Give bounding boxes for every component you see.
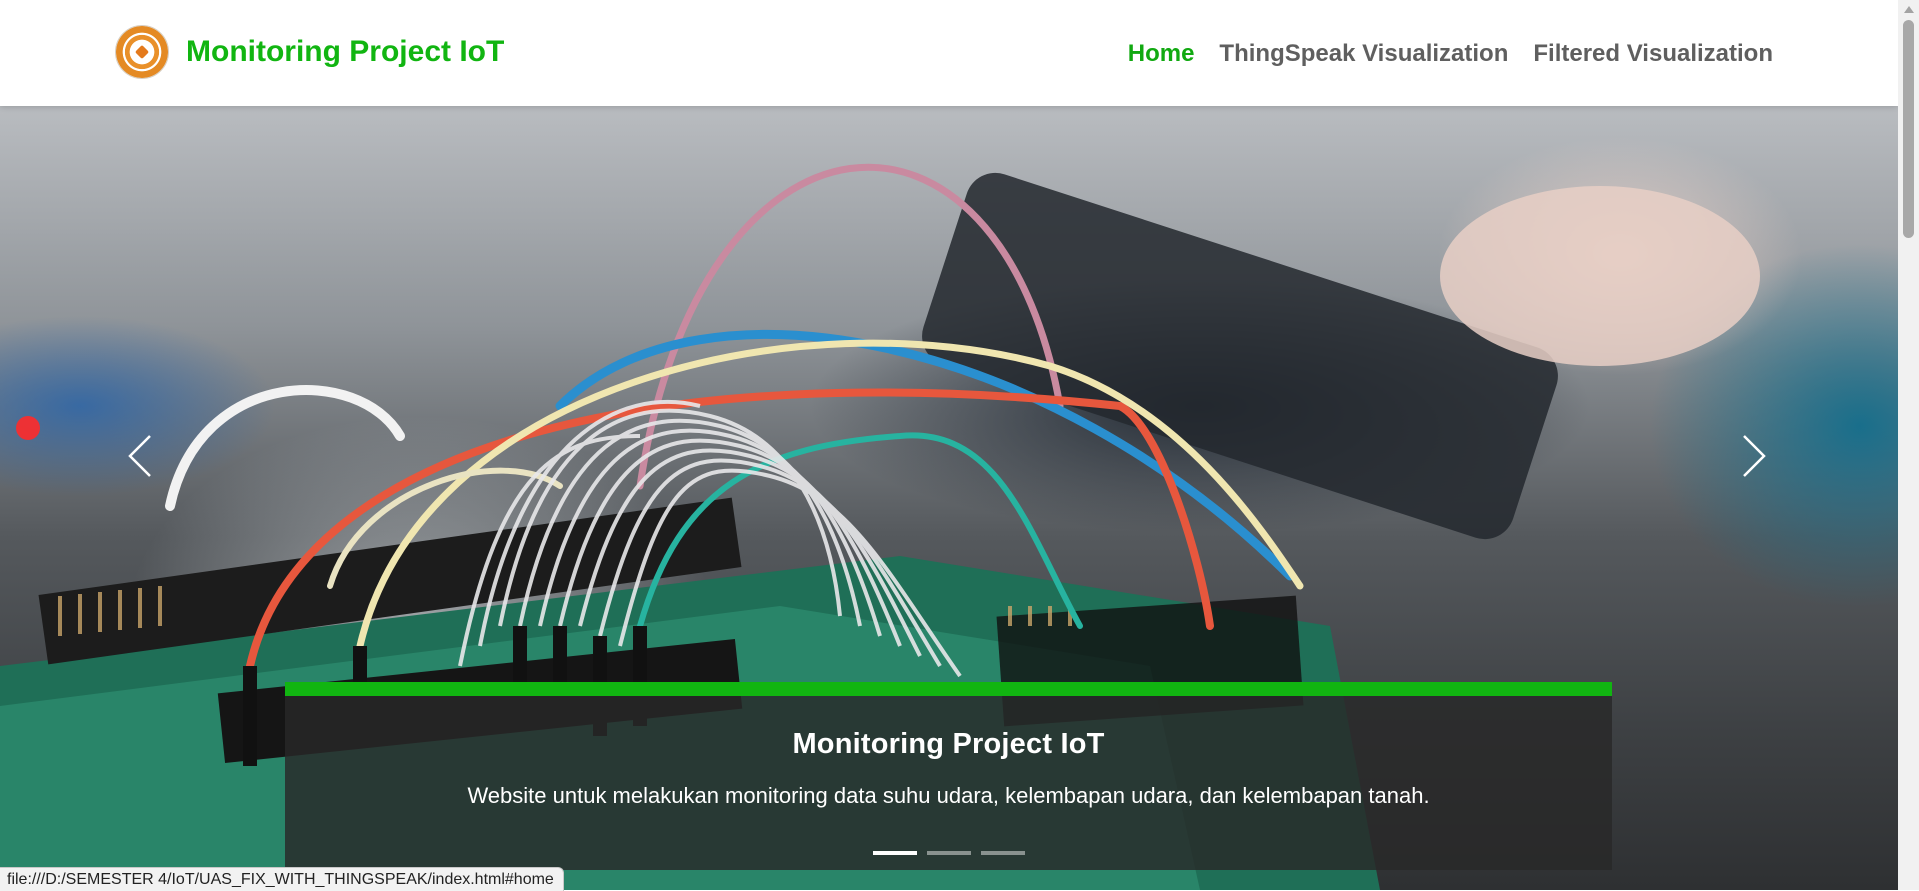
scroll-up-arrow-icon[interactable] xyxy=(1904,6,1914,13)
carousel-next-button[interactable] xyxy=(1724,426,1784,486)
carousel-indicator-1[interactable] xyxy=(873,851,917,855)
carousel-indicator-3[interactable] xyxy=(981,851,1025,855)
carousel-indicator-2[interactable] xyxy=(927,851,971,855)
page-scrollbar[interactable] xyxy=(1898,0,1919,890)
main-nav: Home ThingSpeak Visualization Filtered V… xyxy=(1128,40,1773,68)
navbar: Monitoring Project IoT Home ThingSpeak V… xyxy=(0,0,1898,106)
brand-title[interactable]: Monitoring Project IoT xyxy=(186,35,504,69)
hero-carousel: Monitoring Project IoT Website untuk mel… xyxy=(0,106,1898,890)
brand[interactable]: Monitoring Project IoT xyxy=(115,25,504,79)
carousel-caption: Monitoring Project IoT Website untuk mel… xyxy=(285,682,1612,870)
nav-link-home[interactable]: Home xyxy=(1128,40,1195,68)
browser-status-url: file:///D:/SEMESTER 4/IoT/UAS_FIX_WITH_T… xyxy=(0,867,564,891)
nav-link-filtered-visualization[interactable]: Filtered Visualization xyxy=(1533,40,1773,68)
caption-title: Monitoring Project IoT xyxy=(792,728,1105,760)
chevron-right-icon xyxy=(1743,435,1766,477)
caption-text: Website untuk melakukan monitoring data … xyxy=(467,783,1430,808)
chevron-left-icon xyxy=(128,435,151,477)
carousel-indicators xyxy=(873,851,1025,855)
carousel-prev-button[interactable] xyxy=(110,426,170,486)
scrollbar-thumb[interactable] xyxy=(1903,20,1914,238)
university-seal-logo xyxy=(115,25,169,79)
nav-link-thingspeak-visualization[interactable]: ThingSpeak Visualization xyxy=(1219,40,1508,68)
